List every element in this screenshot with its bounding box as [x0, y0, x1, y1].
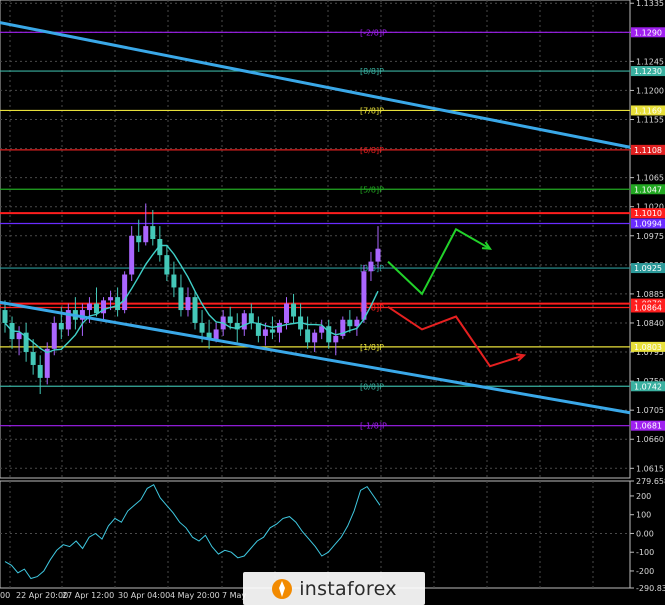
y-tick-label: 1.0705	[636, 406, 664, 415]
osc-y-tick-label: 279.6586	[636, 477, 665, 486]
y-tick-label: 1.1065	[636, 174, 664, 183]
x-tick-label: 22 Apr 20:00	[16, 591, 68, 600]
candle-body	[136, 235, 142, 243]
x-tick-label: 4 May 20:00	[170, 591, 220, 600]
forecast-up-arrow	[387, 227, 491, 296]
y-tick-label: 1.1155	[636, 116, 664, 125]
candle-body	[58, 322, 64, 330]
candle-body	[305, 329, 311, 343]
price-chart: 1.13351.12901.12451.12001.11551.11101.10…	[0, 0, 665, 600]
murray-level-label: [-1/8]P	[360, 422, 387, 431]
instaforex-logo-icon	[272, 578, 293, 599]
murray-level-label: [1/8]P	[360, 343, 384, 352]
osc-y-tick-label: -290.834	[636, 584, 665, 593]
candle-body	[326, 326, 332, 343]
candle-body	[368, 261, 374, 272]
y-tick-label: 1.0840	[636, 319, 664, 328]
x-tick-label: 30 Apr 04:00	[118, 591, 170, 600]
candle-body	[122, 274, 128, 311]
osc-y-tick-label: 0.00	[636, 529, 654, 538]
price-tag: 1.0925	[634, 264, 662, 273]
candle-body	[361, 271, 367, 320]
x-tick-label: 00	[0, 591, 10, 600]
candle-body	[262, 329, 268, 336]
candle-body	[284, 303, 290, 323]
price-tag: 1.0994	[634, 219, 662, 228]
murray-level-label: [0/8]P	[360, 382, 384, 391]
watermark-text: instaforex	[299, 577, 397, 600]
candle-body	[2, 310, 8, 323]
candle-body	[269, 329, 275, 333]
candle-body	[185, 297, 191, 311]
murray-level-label: [7/8]P	[360, 106, 384, 115]
price-tag: 1.0803	[634, 343, 662, 352]
murray-level-label: [6/8]P	[360, 146, 384, 155]
murray-level-label: [-2/8]P	[360, 28, 387, 37]
candle-body	[37, 364, 43, 378]
candle-body	[93, 303, 99, 314]
candle-body	[312, 332, 318, 343]
candle-body	[86, 303, 92, 311]
candle-body	[150, 226, 156, 239]
y-tick-label: 1.1245	[636, 57, 664, 66]
murray-level-label: [5/8]P	[360, 185, 384, 194]
y-tick-label: 1.1335	[636, 0, 664, 8]
osc-y-tick-label: -100	[636, 548, 654, 557]
candle-body	[213, 329, 219, 340]
y-tick-label: 1.0615	[636, 464, 664, 473]
candle-body	[171, 274, 177, 288]
candle-body	[164, 255, 170, 275]
upper-trend-line	[0, 21, 631, 149]
osc-y-tick-label: 100	[636, 511, 651, 520]
osc-y-tick-label: 200	[636, 492, 651, 501]
price-tag: 1.1169	[634, 106, 662, 115]
y-tick-label: 1.0885	[636, 290, 664, 299]
y-tick-label: 1.0975	[636, 232, 664, 241]
price-tag: 1.0864	[634, 303, 662, 312]
price-tag: 1.1230	[634, 67, 662, 76]
candle-body	[375, 248, 381, 262]
y-tick-label: 1.1200	[636, 86, 664, 95]
candle-body	[347, 319, 353, 327]
oscillator-line	[4, 484, 381, 580]
candle-body	[143, 226, 149, 243]
candle-body	[192, 297, 198, 323]
candle-body	[255, 322, 261, 336]
price-tag: 1.1047	[634, 185, 662, 194]
candle-body	[51, 322, 57, 349]
candle-body	[291, 303, 297, 317]
main-plot-frame	[0, 0, 631, 479]
price-tag: 1.0742	[634, 382, 662, 391]
candle-body	[108, 297, 114, 301]
candle-body	[227, 316, 233, 323]
osc-y-tick-label: -200	[636, 567, 654, 576]
murray-level-label: [8/8]P	[360, 67, 384, 76]
candle-body	[241, 313, 247, 330]
candle-body	[248, 313, 254, 323]
y-tick-label: 1.0660	[636, 435, 664, 444]
x-tick-label: 27 Apr 12:00	[62, 591, 114, 600]
candle-body	[333, 335, 339, 343]
price-tag: 1.1290	[634, 28, 662, 37]
price-tag: 1.1108	[634, 146, 662, 155]
lower-trend-line	[0, 300, 631, 415]
candle-body	[178, 287, 184, 311]
candle-body	[30, 352, 36, 365]
instaforex-watermark: instaforex	[243, 572, 425, 605]
candle-body	[276, 322, 282, 333]
forecast-down-arrow	[387, 305, 525, 368]
candle-body	[129, 235, 135, 275]
price-tag: 1.0681	[634, 422, 662, 431]
candle-body	[199, 322, 205, 333]
price-tag: 1.1010	[634, 209, 662, 218]
